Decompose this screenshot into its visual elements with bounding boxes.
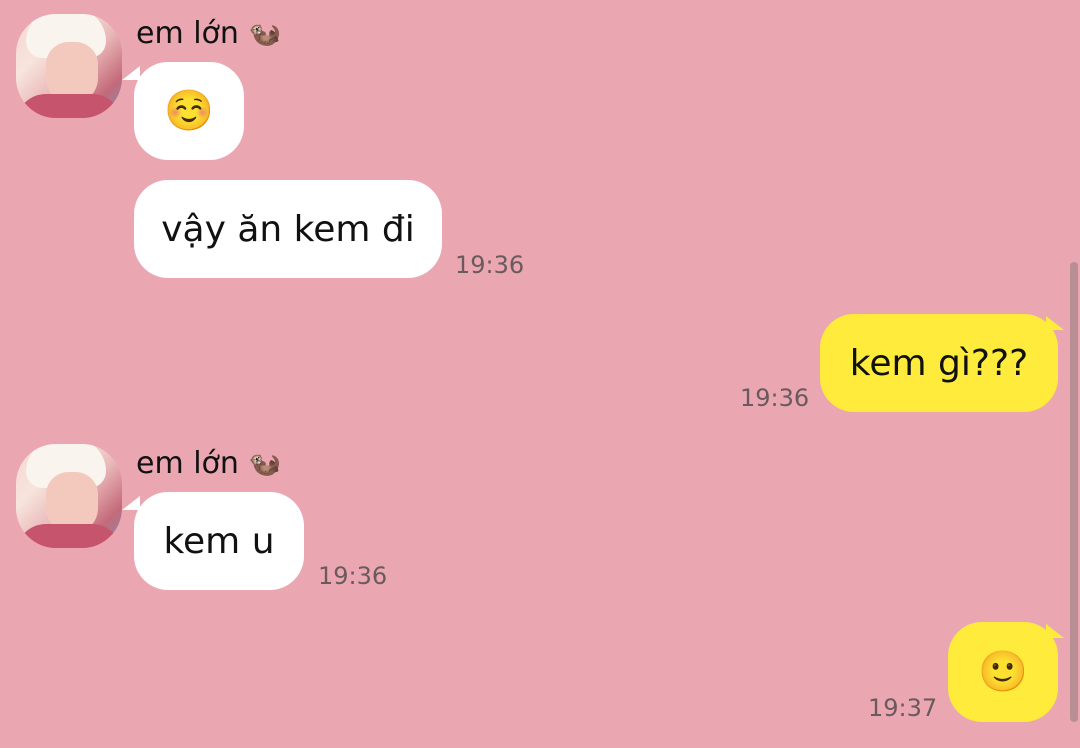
avatar-shirt [16, 94, 122, 118]
bubble-tail [1046, 624, 1064, 638]
sender-name: em lớn 🦦 [136, 446, 281, 481]
sender-name-text: em lớn [136, 446, 239, 481]
bubble-tail [122, 496, 140, 510]
message-text: kem gì??? [849, 342, 1029, 384]
message-bubble-incoming[interactable]: kem u [134, 492, 304, 590]
otter-emoji-icon: 🦦 [248, 448, 282, 479]
message-time: 19:36 [740, 384, 810, 412]
message-text: kem u [163, 520, 275, 562]
message-bubble-incoming[interactable]: ☺️ [134, 62, 244, 160]
smiling-face-emoji-icon: ☺️ [164, 88, 214, 134]
bubble-tail [122, 66, 140, 80]
sender-name-text: em lớn [136, 16, 239, 51]
chat-thread: em lớn 🦦 ☺️ vậy ăn kem đi 19:36 kem gì??… [0, 0, 1080, 748]
slightly-smiling-face-emoji-icon: 🙂 [978, 649, 1028, 695]
avatar[interactable] [16, 14, 122, 118]
message-time: 19:36 [455, 251, 525, 279]
avatar[interactable] [16, 444, 122, 548]
otter-emoji-icon: 🦦 [248, 18, 282, 49]
message-time: 19:36 [318, 562, 388, 590]
bubble-tail [1046, 316, 1064, 330]
scrollbar[interactable] [1070, 262, 1078, 722]
message-time: 19:37 [868, 694, 938, 722]
message-bubble-outgoing[interactable]: 🙂 [948, 622, 1058, 722]
message-text: vậy ăn kem đi [161, 208, 415, 250]
avatar-shirt [16, 524, 122, 548]
message-bubble-incoming[interactable]: vậy ăn kem đi [134, 180, 442, 278]
sender-name: em lớn 🦦 [136, 16, 281, 51]
message-bubble-outgoing[interactable]: kem gì??? [820, 314, 1058, 412]
